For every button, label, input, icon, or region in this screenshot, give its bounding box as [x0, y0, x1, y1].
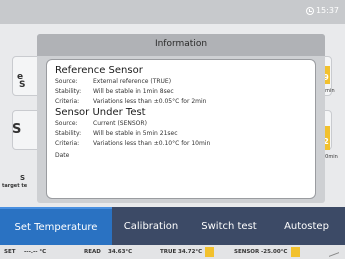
- info-row: Stability: Will be stable in 5min 21sec: [55, 129, 307, 139]
- info-row: Criteria: Variations less than ±0.10°C f…: [55, 139, 307, 149]
- bg-text-2: S: [12, 122, 22, 137]
- clock: 15:37: [305, 6, 339, 15]
- dialog-header: Information: [37, 34, 325, 56]
- info-content: Reference Sensor Source: External refere…: [46, 59, 316, 199]
- reference-sensor-title: Reference Sensor: [55, 65, 143, 76]
- date-label: Date: [55, 152, 70, 159]
- clock-time: 15:37: [315, 6, 339, 15]
- row-value: External reference (TRUE): [93, 78, 172, 85]
- bg-text-1b: S: [19, 80, 26, 90]
- read-value: 34.63°C: [108, 249, 133, 255]
- nav-switch-test[interactable]: Switch test: [190, 207, 268, 245]
- row-value: Variations less than ±0.05°C for 2min: [93, 98, 207, 105]
- signal-icon: [329, 247, 339, 257]
- read-label: READ: [84, 249, 101, 255]
- row-key: Source:: [55, 120, 78, 127]
- information-dialog: Information Reference Sensor Source: Ext…: [37, 34, 325, 203]
- status-bar: SET ---.-- °C READ 34.63°C TRUE 34.72°C …: [0, 245, 345, 259]
- bg-text-3: S: [20, 174, 26, 182]
- sensor-value: -25.00°C: [261, 249, 288, 255]
- sensor-under-test-title: Sensor Under Test: [55, 107, 146, 118]
- true-label: TRUE: [160, 249, 177, 255]
- target-label: target te: [2, 183, 28, 189]
- info-row: Stability: Will be stable in 1min 8sec: [55, 87, 307, 97]
- clock-icon: [305, 6, 314, 15]
- top-bar: 15:37: [0, 0, 345, 24]
- dialog-title: Information: [154, 39, 208, 49]
- sensor-indicator: [291, 247, 300, 257]
- row-key: Stability:: [55, 130, 82, 137]
- info-row: Source: Current (SENSOR): [55, 119, 307, 129]
- row-value: Current (SENSOR): [93, 120, 147, 127]
- row-key: Stability:: [55, 88, 82, 95]
- row-value: Will be stable in 1min 8sec: [93, 88, 174, 95]
- true-value: 34.72°C: [178, 249, 203, 255]
- row-key: Source:: [55, 78, 78, 85]
- nav-calibration[interactable]: Calibration: [112, 207, 190, 245]
- bottom-nav: Set Temperature Calibration Switch test …: [0, 207, 345, 245]
- nav-autostep[interactable]: Autostep: [268, 207, 345, 245]
- sensor-label: SENSOR: [234, 249, 260, 255]
- nav-set-temperature[interactable]: Set Temperature: [0, 207, 112, 245]
- info-row: Criteria: Variations less than ±0.05°C f…: [55, 97, 307, 107]
- row-value: Will be stable in 5min 21sec: [93, 130, 178, 137]
- set-value: ---.-- °C: [24, 249, 47, 255]
- set-label: SET: [4, 249, 16, 255]
- true-indicator: [205, 247, 214, 257]
- row-key: Criteria:: [55, 140, 80, 147]
- row-key: Criteria:: [55, 98, 80, 105]
- info-row: Source: External reference (TRUE): [55, 77, 307, 87]
- row-value: Variations less than ±0.10°C for 10min: [93, 140, 211, 147]
